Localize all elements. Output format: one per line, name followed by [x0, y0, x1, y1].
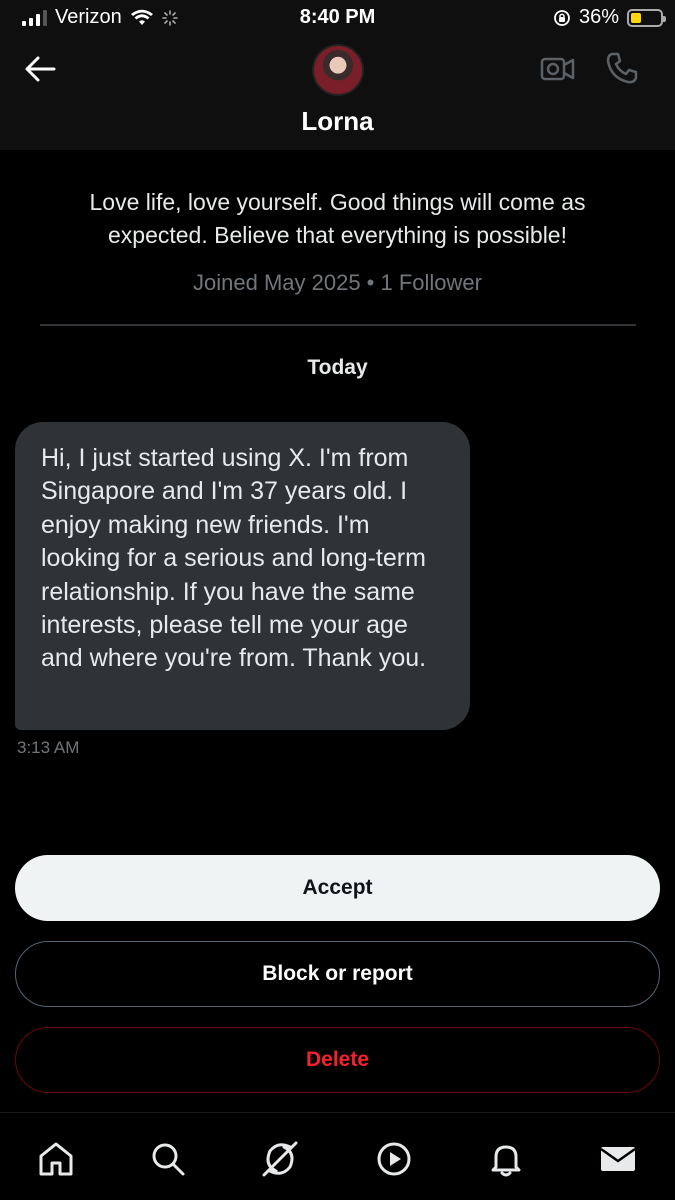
battery-level	[631, 12, 642, 23]
messages-envelope-icon[interactable]	[598, 1139, 638, 1179]
video-call-icon[interactable]	[540, 54, 576, 84]
status-right: 36%	[553, 6, 666, 29]
orientation-lock-icon	[554, 9, 570, 26]
contact-name[interactable]: Lorna	[0, 106, 675, 137]
video-play-icon[interactable]	[374, 1139, 414, 1179]
avatar[interactable]	[312, 44, 364, 96]
notifications-bell-icon[interactable]	[486, 1139, 526, 1179]
message-bubble[interactable]: Hi, I just started using X. I'm from Sin…	[15, 422, 470, 730]
battery-icon	[627, 8, 666, 27]
status-bar: Verizon 8:40 PM 36%	[0, 0, 675, 36]
search-icon[interactable]	[148, 1139, 188, 1179]
message-timestamp: 3:13 AM	[17, 738, 80, 757]
back-arrow-icon[interactable]	[22, 54, 58, 84]
accept-button[interactable]: Accept	[15, 855, 660, 921]
delete-button[interactable]: Delete	[15, 1027, 660, 1093]
divider	[40, 324, 636, 326]
joined-info: Joined May 2025 • 1 Follower	[193, 270, 482, 295]
grok-icon[interactable]	[260, 1139, 300, 1179]
battery-percent: 36%	[578, 6, 619, 28]
date-separator: Today	[307, 356, 368, 379]
phone-call-icon[interactable]	[604, 50, 640, 86]
block-or-report-button[interactable]: Block or report	[15, 941, 660, 1007]
profile-bio: Love life, love yourself. Good things wi…	[89, 189, 586, 248]
conversation-header: Lorna	[0, 36, 675, 150]
home-icon[interactable]	[36, 1139, 76, 1179]
bottom-nav	[0, 1112, 675, 1200]
